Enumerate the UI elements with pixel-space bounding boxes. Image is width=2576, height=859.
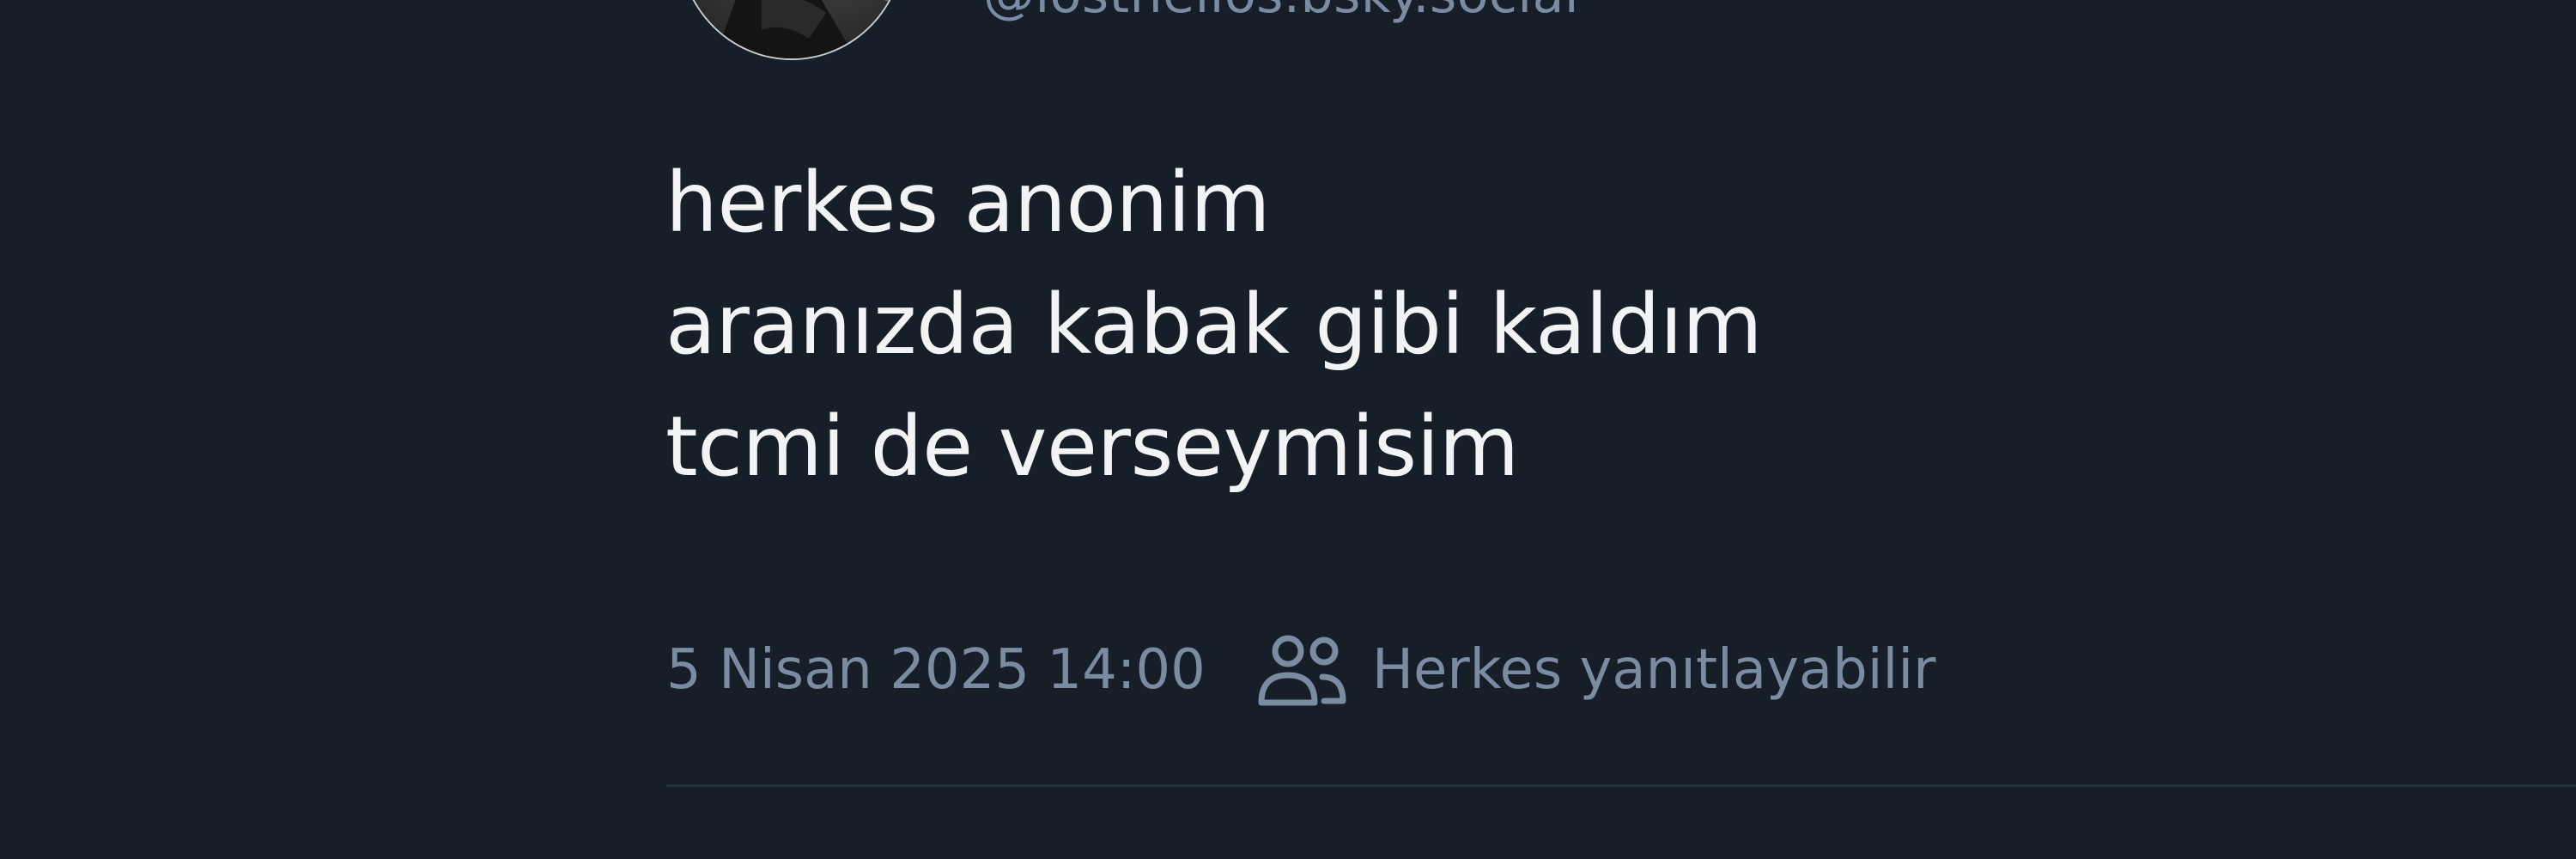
post-text-line: aranızda kabak gibi kaldım (665, 277, 1763, 373)
post-meta: 5 Nisan 2025 14:00 Herkes yanıtlayabilir (666, 627, 1935, 713)
post-text: herkes anonim aranızda kabak gibi kaldım… (665, 142, 1763, 508)
people-icon (1258, 635, 1346, 706)
reply-setting-label: Herkes yanıtlayabilir (1371, 638, 1936, 702)
avatar-photo (714, 0, 903, 58)
avatar[interactable] (680, 0, 903, 58)
author-handle[interactable]: @losthelios.bsky.social (983, 0, 1579, 26)
reply-setting-button[interactable]: Herkes yanıtlayabilir (1257, 634, 1936, 706)
post-timestamp: 5 Nisan 2025 14:00 (666, 638, 1206, 702)
post-thread-item: @losthelios.bsky.social herkes anonim ar… (0, 0, 2576, 859)
post-text-line: tcmi de verseymisim (665, 399, 1519, 495)
post-text-line: herkes anonim (665, 155, 1271, 251)
divider (666, 784, 2576, 787)
